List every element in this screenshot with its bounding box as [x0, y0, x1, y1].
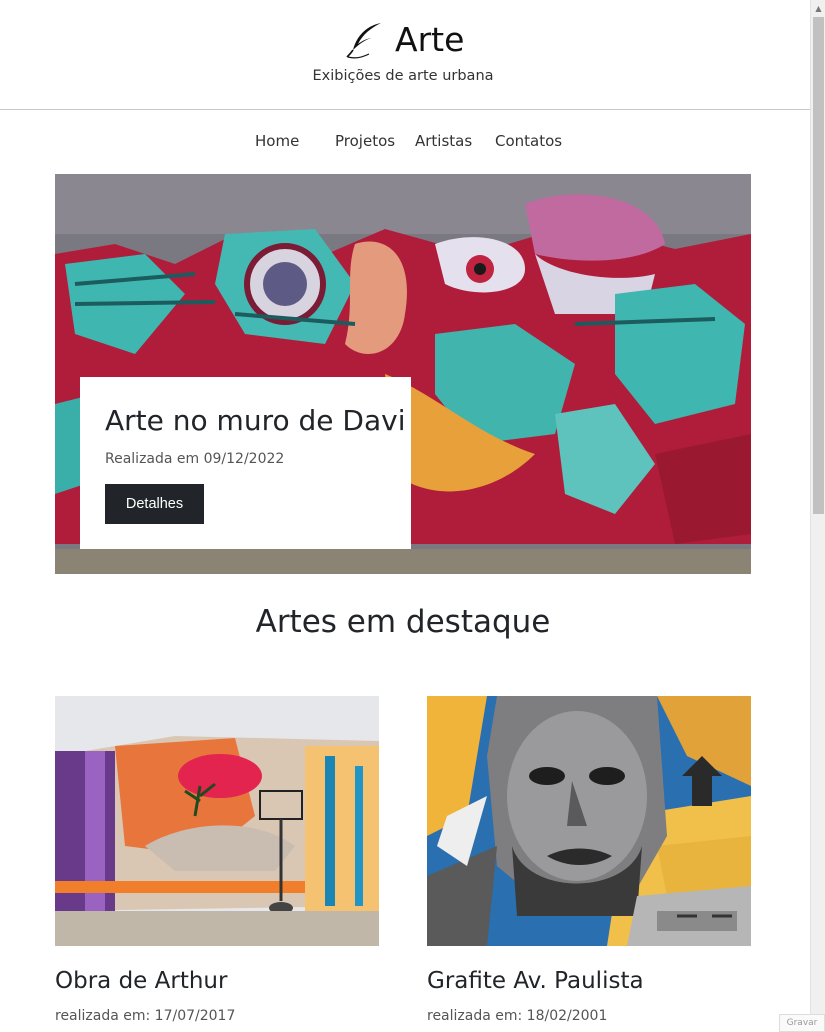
vertical-scrollbar[interactable]: ▲	[810, 0, 825, 1032]
hero-card: Arte no muro de Davi Realizada em 09/12/…	[80, 377, 411, 549]
hero-date: Realizada em 09/12/2022	[105, 451, 285, 467]
card-image[interactable]	[427, 696, 751, 946]
card-date: realizada em: 17/07/2017	[55, 1008, 236, 1024]
feather-icon	[345, 20, 385, 60]
card-title[interactable]: Obra de Arthur	[55, 968, 379, 994]
featured-card-arthur[interactable]: Obra de Arthur realizada em: 17/07/2017	[55, 696, 379, 1024]
tagline: Exibições de arte urbana	[312, 68, 494, 84]
record-button[interactable]: Gravar	[779, 1014, 825, 1032]
brand-title: Arte	[395, 20, 465, 59]
card-date: realizada em: 18/02/2001	[427, 1008, 608, 1024]
scroll-up-arrow-icon[interactable]: ▲	[811, 0, 825, 17]
mural-portrait-image	[427, 696, 751, 946]
nav-item-projetos[interactable]: Projetos	[335, 132, 395, 150]
details-button[interactable]: Detalhes	[105, 484, 204, 524]
featured-card-paulista[interactable]: Grafite Av. Paulista realizada em: 18/02…	[427, 696, 751, 1024]
hero-banner: Arte no muro de Davi Realizada em 09/12/…	[55, 174, 751, 574]
site-header: Arte Exibições de arte urbana	[0, 0, 810, 110]
card-title[interactable]: Grafite Av. Paulista	[427, 968, 751, 994]
nav-item-artistas[interactable]: Artistas	[415, 132, 472, 150]
featured-section-title: Artes em destaque	[255, 604, 551, 640]
nav-item-contatos[interactable]: Contatos	[495, 132, 562, 150]
brand[interactable]: Arte	[345, 18, 464, 62]
scroll-thumb[interactable]	[813, 17, 824, 514]
mural-hand-image	[55, 696, 379, 946]
main-nav: Home Projetos Artistas Contatos	[0, 132, 806, 154]
card-image[interactable]	[55, 696, 379, 946]
hero-title: Arte no muro de Davi	[105, 404, 406, 437]
nav-item-home[interactable]: Home	[255, 132, 299, 150]
